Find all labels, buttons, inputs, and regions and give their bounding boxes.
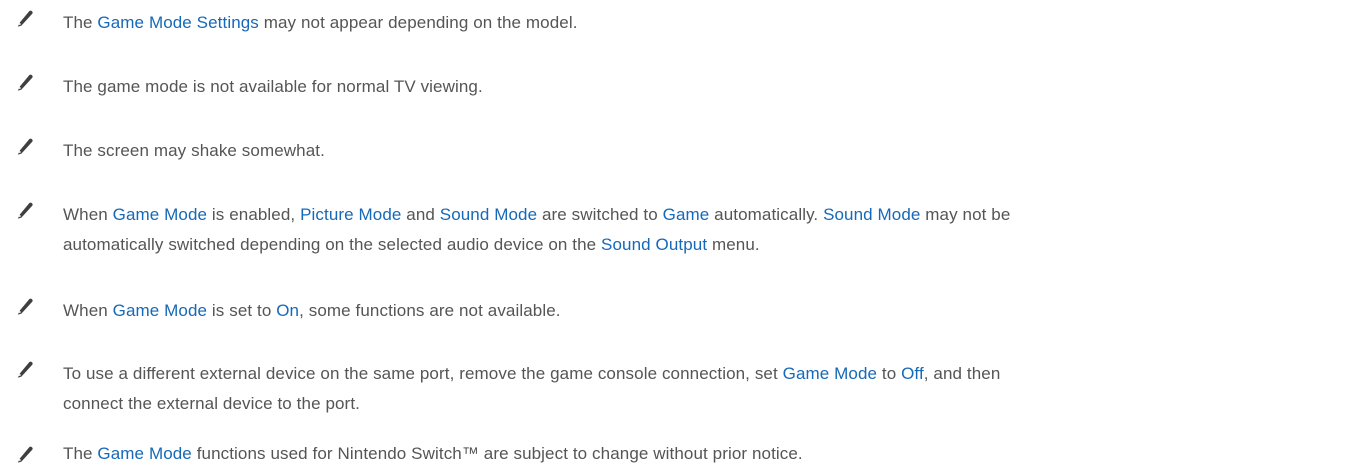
highlighted-term: Picture Mode [300, 205, 402, 224]
note-text-segment: The [63, 13, 98, 32]
pencil-icon [18, 10, 33, 27]
note-text: To use a different external device on th… [63, 359, 1293, 419]
note-text-segment: to [877, 364, 902, 383]
note-text-segment: , and then [923, 364, 1001, 383]
note-text-segment: is set to [207, 301, 277, 320]
notes-list: The Game Mode Settings may not appear de… [0, 0, 1364, 470]
highlighted-term: Game Mode [112, 301, 208, 320]
note-text-segment: The screen may shake somewhat. [63, 141, 325, 160]
note-text-segment: are switched to [537, 205, 663, 224]
pencil-icon [18, 361, 33, 378]
note-text: The Game Mode Settings may not appear de… [63, 8, 1293, 38]
highlighted-term: Sound Output [601, 235, 708, 254]
highlighted-term: Game Mode [112, 205, 208, 224]
highlighted-term: Game Mode Settings [97, 13, 259, 32]
note-text-segment: automatically switched depending on the … [63, 235, 602, 254]
note-text: When Game Mode is enabled, Picture Mode … [63, 200, 1293, 260]
highlighted-term: Sound Mode [823, 205, 921, 224]
highlighted-term: Game Mode [782, 364, 878, 383]
note-text-segment: automatically. [709, 205, 824, 224]
note-text-segment: When [63, 301, 113, 320]
note-text-segment: When [63, 205, 113, 224]
note-text: The game mode is not available for norma… [63, 72, 1293, 102]
note-text-segment: The [63, 444, 98, 463]
note-text-segment: The game mode is not available for norma… [63, 77, 483, 96]
note-text-segment: may not be [920, 205, 1011, 224]
note-text-segment: and [401, 205, 440, 224]
note-text-segment: functions used for Nintendo Switch™ are … [191, 444, 803, 463]
pencil-icon [18, 446, 33, 463]
pencil-icon [18, 298, 33, 315]
highlighted-term: Off [901, 364, 924, 383]
note-text: The screen may shake somewhat. [63, 136, 1293, 166]
note-text-segment: To use a different external device on th… [63, 364, 783, 383]
pencil-icon [18, 202, 33, 219]
note-text-segment: may not appear depending on the model. [258, 13, 578, 32]
note-text: When Game Mode is set to On, some functi… [63, 296, 1293, 326]
note-text-segment: menu. [707, 235, 760, 254]
highlighted-term: On [276, 301, 300, 320]
note-text-segment: connect the external device to the port. [63, 394, 360, 413]
pencil-icon [18, 138, 33, 155]
note-text: The Game Mode functions used for Nintend… [63, 439, 1293, 469]
highlighted-term: Sound Mode [439, 205, 538, 224]
highlighted-term: Game Mode [97, 444, 192, 463]
pencil-icon [18, 74, 33, 91]
note-text-segment: is enabled, [207, 205, 301, 224]
highlighted-term: Game [662, 205, 710, 224]
note-text-segment: , some functions are not available. [299, 301, 561, 320]
